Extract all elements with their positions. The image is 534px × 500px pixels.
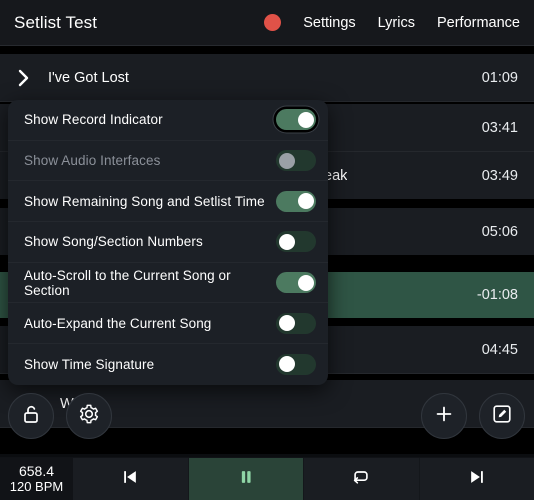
gear-icon: [78, 403, 100, 430]
transport-bar: 658.4 120 BPM: [0, 457, 534, 500]
song-duration: 03:41: [481, 119, 518, 136]
tempo-display[interactable]: 658.4 120 BPM: [0, 458, 73, 500]
song-duration: 01:09: [481, 69, 518, 86]
topnav-item-lyrics[interactable]: Lyrics: [378, 15, 415, 31]
skip-previous-icon: [120, 467, 140, 492]
toggle-show-song-section-numbers[interactable]: [276, 231, 316, 253]
setting-label: Show Remaining Song and Setlist Time: [24, 193, 265, 209]
toggle-show-remaining-time[interactable]: [276, 190, 316, 212]
song-duration: 03:49: [481, 167, 518, 184]
toggle-knob: [278, 315, 295, 332]
setting-label: Show Audio Interfaces: [24, 153, 161, 169]
toggle-knob: [278, 356, 295, 373]
setting-row-show-song-section-numbers[interactable]: Show Song/Section Numbers: [8, 222, 328, 263]
topnav-item-performance[interactable]: Performance: [437, 15, 520, 31]
tempo-bpm: 120 BPM: [9, 479, 64, 494]
song-row[interactable]: I've Got Lost 01:09: [0, 54, 534, 101]
setting-row-show-time-signature[interactable]: Show Time Signature: [8, 344, 328, 385]
setting-row-auto-expand[interactable]: Auto-Expand the Current Song: [8, 303, 328, 345]
skip-next-button[interactable]: [420, 458, 534, 500]
record-dot-icon[interactable]: [264, 14, 282, 31]
setting-row-show-audio-interfaces[interactable]: Show Audio Interfaces: [8, 141, 328, 182]
page-title: Setlist Test: [14, 12, 98, 32]
toggle-knob: [297, 193, 314, 210]
toggle-knob: [278, 233, 295, 250]
loop-icon: [350, 467, 372, 492]
toggle-knob: [297, 111, 314, 128]
song-duration: 05:06: [481, 223, 518, 240]
lock-button[interactable]: [8, 393, 54, 439]
edit-button[interactable]: [479, 393, 525, 439]
top-nav: Settings Lyrics Performance: [264, 14, 534, 31]
topnav-item-settings[interactable]: Settings: [303, 15, 355, 31]
toggle-knob: [278, 152, 295, 169]
setting-row-show-record-indicator[interactable]: Show Record Indicator: [8, 100, 328, 141]
pause-icon: [236, 467, 256, 492]
unlock-icon: [21, 403, 41, 430]
loop-button[interactable]: [304, 458, 420, 500]
setting-label: Auto-Expand the Current Song: [24, 315, 212, 331]
setting-row-show-remaining-time[interactable]: Show Remaining Song and Setlist Time: [8, 181, 328, 223]
setting-label: Show Time Signature: [24, 356, 155, 372]
add-button[interactable]: [421, 393, 467, 439]
toggle-auto-expand[interactable]: [276, 312, 316, 334]
settings-popover: Show Record Indicator Show Audio Interfa…: [8, 100, 328, 385]
song-title: I've Got Lost: [48, 69, 129, 86]
setting-label: Show Record Indicator: [24, 112, 163, 128]
toggle-show-record-indicator[interactable]: [276, 109, 316, 131]
setting-label: Auto-Scroll to the Current Song or Secti…: [24, 267, 231, 298]
plus-icon: [433, 403, 455, 430]
toggle-knob: [297, 274, 314, 291]
settings-button[interactable]: [66, 393, 112, 439]
chevron-right-icon[interactable]: [0, 68, 48, 88]
toggle-show-audio-interfaces[interactable]: [276, 150, 316, 172]
setting-row-auto-scroll[interactable]: Auto-Scroll to the Current Song or Secti…: [8, 263, 328, 304]
toggle-auto-scroll[interactable]: [276, 272, 316, 294]
edit-icon: [491, 403, 513, 430]
skip-previous-button[interactable]: [73, 458, 189, 500]
tempo-value: 658.4: [18, 463, 55, 479]
setlist-app: Setlist Test Settings Lyrics Performance…: [0, 0, 534, 500]
skip-next-icon: [467, 467, 487, 492]
toggle-show-time-signature[interactable]: [276, 353, 316, 375]
top-bar: Setlist Test Settings Lyrics Performance: [0, 0, 534, 46]
song-remaining-time: -01:08: [476, 287, 518, 303]
song-duration: 04:45: [481, 341, 518, 358]
setting-label: Show Song/Section Numbers: [24, 234, 203, 250]
pause-button[interactable]: [188, 458, 304, 500]
